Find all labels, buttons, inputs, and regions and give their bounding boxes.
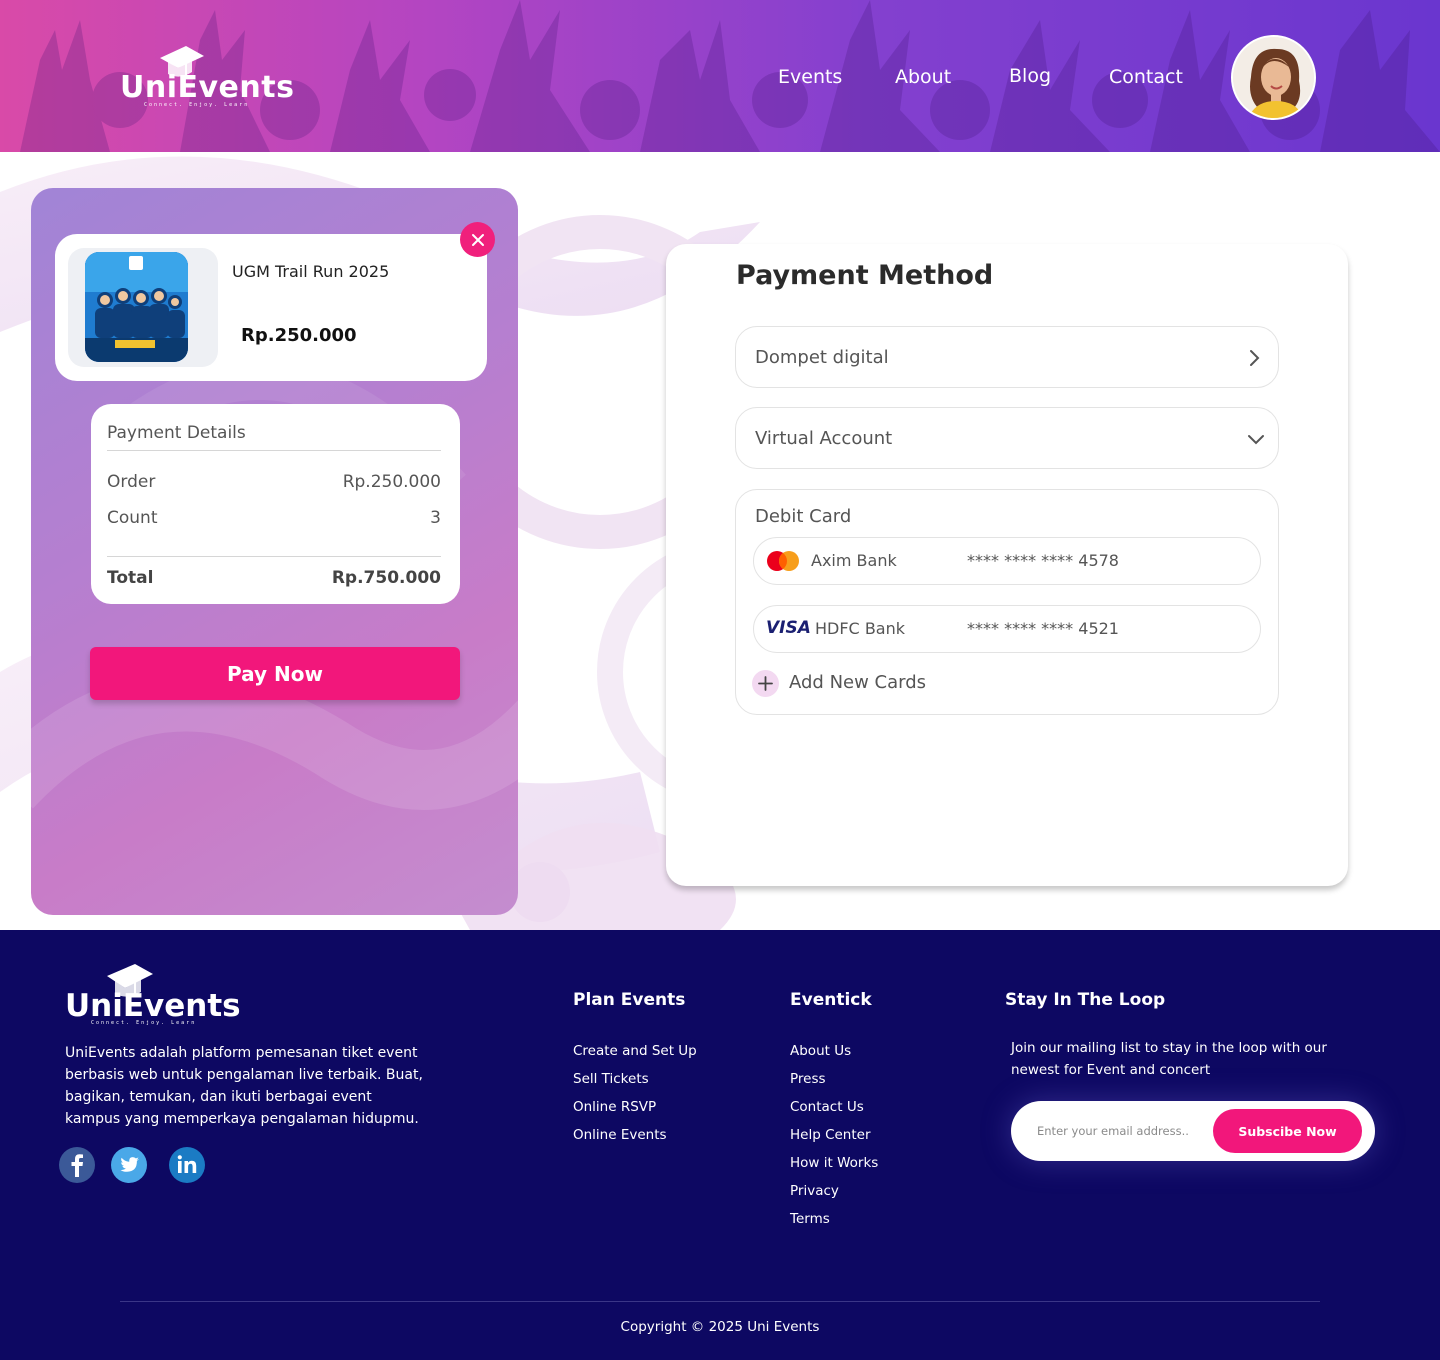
order-label: Order (107, 472, 156, 492)
mailing-list-text: Join our mailing list to stay in the loo… (1011, 1040, 1327, 1078)
subscribe-button[interactable]: Subscibe Now (1213, 1109, 1362, 1153)
event-poster-image (85, 252, 188, 362)
hdfc-bank-label: HDFC Bank (815, 619, 905, 638)
cart-item-price: Rp.250.000 (241, 325, 357, 346)
link-sell-tickets[interactable]: Sell Tickets (573, 1071, 649, 1087)
avatar-portrait-icon (1233, 37, 1314, 118)
add-new-cards-label[interactable]: Add New Cards (789, 672, 926, 693)
link-press[interactable]: Press (790, 1071, 826, 1087)
total-label: Total (107, 568, 154, 588)
twitter-icon[interactable] (111, 1147, 147, 1183)
debit-card-title: Debit Card (755, 506, 852, 527)
brand-tagline: Connect. Enjoy. Learn (144, 102, 250, 108)
plus-icon (758, 676, 773, 691)
link-how-it-works[interactable]: How it Works (790, 1155, 878, 1171)
option-virtual-account-label: Virtual Account (755, 428, 893, 449)
count-label: Count (107, 508, 158, 528)
link-privacy[interactable]: Privacy (790, 1183, 839, 1199)
eventick-heading: Eventick (790, 990, 872, 1010)
footer-description: UniEvents adalah platform pemesanan tike… (65, 1045, 423, 1127)
plan-events-heading: Plan Events (573, 990, 686, 1010)
footer-divider (120, 1301, 1320, 1302)
option-dompet-digital-label: Dompet digital (755, 347, 889, 368)
nav-events[interactable]: Events (778, 66, 842, 88)
brand-logo[interactable]: UniEvents Connect. Enjoy. Learn (120, 42, 294, 112)
total-value: Rp.750.000 (331, 568, 441, 588)
order-value: Rp.250.000 (342, 472, 441, 492)
nav-blog[interactable]: Blog (1009, 65, 1051, 87)
stay-in-loop-heading: Stay In The Loop (1005, 990, 1166, 1010)
site-header: UniEvents Connect. Enjoy. Learn Events A… (0, 0, 1440, 152)
details-divider (107, 450, 441, 451)
footer-brand-logo[interactable]: UniEvents Connect. Enjoy. Learn (65, 960, 241, 1030)
link-create-setup[interactable]: Create and Set Up (573, 1043, 697, 1059)
nav-about[interactable]: About (895, 66, 951, 88)
axim-bank-label: Axim Bank (811, 551, 897, 570)
link-contact-us[interactable]: Contact Us (790, 1099, 864, 1115)
nav-contact[interactable]: Contact (1109, 66, 1183, 88)
cart-item-title: UGM Trail Run 2025 (232, 262, 390, 281)
payment-details-title: Payment Details (107, 423, 246, 443)
event-thumbnail[interactable] (85, 252, 188, 362)
link-about-us[interactable]: About Us (790, 1043, 851, 1059)
copyright-text: Copyright © 2025 Uni Events (620, 1319, 820, 1335)
link-online-events[interactable]: Online Events (573, 1127, 667, 1143)
axim-card-number: **** **** **** 4578 (967, 551, 1119, 570)
link-online-rsvp[interactable]: Online RSVP (573, 1099, 656, 1115)
remove-item-button[interactable] (460, 222, 495, 257)
pay-now-button[interactable]: Pay Now (90, 647, 460, 700)
payment-method-title: Payment Method (736, 260, 994, 291)
hdfc-card-number: **** **** **** 4521 (967, 619, 1119, 638)
chevron-right-icon[interactable] (1249, 349, 1261, 367)
footer-brand-tagline: Connect. Enjoy. Learn (91, 1020, 197, 1026)
chevron-down-icon[interactable] (1247, 434, 1265, 446)
close-icon (471, 233, 484, 246)
link-terms[interactable]: Terms (790, 1211, 830, 1227)
link-help-center[interactable]: Help Center (790, 1127, 871, 1143)
facebook-icon[interactable] (59, 1147, 95, 1183)
add-card-button[interactable] (752, 670, 779, 697)
email-input[interactable] (1025, 1112, 1205, 1150)
count-value: 3 (430, 508, 441, 528)
total-divider (107, 556, 441, 557)
user-avatar[interactable] (1231, 35, 1316, 120)
brand-wordmark: UniEvents (120, 70, 295, 105)
visa-icon: VISA (766, 618, 811, 638)
linkedin-icon[interactable] (169, 1147, 205, 1183)
mastercard-icon (767, 551, 799, 571)
footer-brand-wordmark: UniEvents (65, 988, 241, 1024)
